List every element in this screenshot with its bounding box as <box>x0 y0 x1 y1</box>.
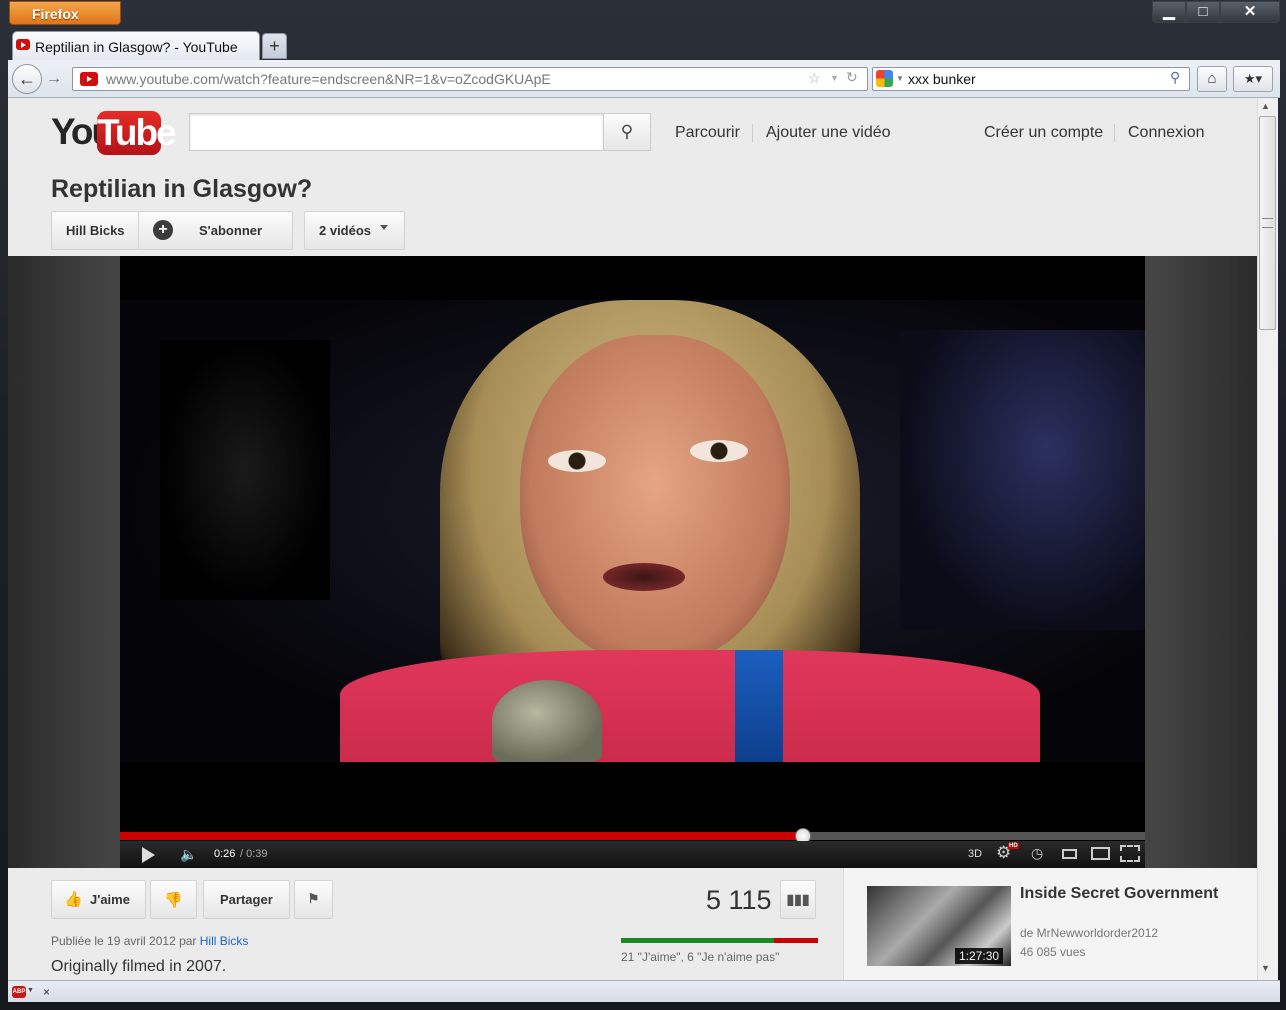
create-account-link[interactable]: Créer un compte <box>984 124 1103 142</box>
volume-icon[interactable]: 🔈 <box>180 846 197 863</box>
published-date: Publiée le 19 avril 2012 par <box>51 934 200 948</box>
youtube-search-input[interactable] <box>189 113 604 151</box>
reload-icon[interactable]: ↻ <box>846 69 858 86</box>
related-video-duration: 1:27:30 <box>955 948 1004 964</box>
video-title: Reptilian in Glasgow? <box>51 175 313 203</box>
site-identity-icon[interactable] <box>80 72 98 86</box>
forward-button[interactable]: → <box>42 69 66 89</box>
share-button[interactable]: Partager <box>203 880 290 919</box>
hd-badge: HD <box>1008 843 1019 849</box>
close-window-button[interactable]: ✕ <box>1220 1 1280 23</box>
upload-link[interactable]: Ajouter une vidéo <box>766 124 891 142</box>
stats-button[interactable]: ▮▮▮ <box>780 880 816 919</box>
video-subject-face <box>520 335 790 665</box>
rating-bar-likes <box>621 938 774 943</box>
video-subject-shirt <box>340 650 1040 762</box>
search-go-icon[interactable]: ⚲ <box>1170 69 1180 86</box>
flag-button[interactable]: ⚑ <box>294 880 333 919</box>
video-scene-background-right <box>900 330 1145 630</box>
separator <box>752 124 753 142</box>
related-video-title[interactable]: Inside Secret Government <box>1020 885 1220 903</box>
video-subject-lanyard <box>735 650 783 762</box>
thumbs-up-icon: 👍 <box>64 891 83 908</box>
separator <box>1114 124 1115 142</box>
flag-icon: ⚑ <box>307 891 320 906</box>
small-player-icon[interactable] <box>1062 849 1077 859</box>
status-bar <box>8 980 1280 1002</box>
tab-youtube[interactable]: Reptilian in Glasgow? - YouTube <box>12 31 260 61</box>
video-scene-background-left <box>160 340 330 600</box>
player-control-bar <box>120 841 1145 868</box>
plus-icon: + <box>153 220 173 240</box>
bookmark-star-icon[interactable]: ☆ <box>808 70 821 87</box>
large-player-icon[interactable] <box>1091 847 1110 860</box>
scrollbar-grip <box>1262 218 1273 228</box>
sign-in-link[interactable]: Connexion <box>1128 124 1205 142</box>
bookmarks-button[interactable]: ★▾ <box>1233 66 1273 92</box>
maximize-button[interactable]: □ <box>1186 1 1220 23</box>
scroll-down-icon[interactable]: ▼ <box>1261 963 1270 973</box>
rating-text: 21 "J'aime", 6 "Je n'aime pas" <box>621 950 780 964</box>
url-history-dropdown-icon[interactable]: ▼ <box>830 73 839 83</box>
total-time: / 0:39 <box>240 848 268 860</box>
play-icon[interactable] <box>142 847 155 863</box>
home-button[interactable]: ⌂ <box>1197 66 1227 92</box>
dislike-button[interactable]: 👎 <box>150 880 197 919</box>
youtube-logo-tube[interactable]: Tube <box>97 111 177 155</box>
progress-played[interactable] <box>120 832 803 840</box>
view-count: 5 115 <box>706 885 772 915</box>
caret-down-icon <box>380 225 388 230</box>
watch-later-clock-icon[interactable]: ◷ <box>1031 845 1043 862</box>
back-button[interactable]: ← <box>12 64 42 94</box>
videos-dropdown-button[interactable]: 2 vidéos <box>304 211 405 250</box>
close-addon-bar-icon[interactable]: × <box>43 985 50 999</box>
video-subject-mouth <box>603 563 685 591</box>
current-time: 0:26 <box>214 848 236 860</box>
engine-dropdown-icon[interactable]: ▼ <box>896 74 904 83</box>
minimize-button[interactable]: ▁ <box>1152 1 1186 23</box>
firefox-menu-button[interactable]: Firefox <box>9 1 121 25</box>
new-tab-button[interactable]: + <box>262 33 287 59</box>
adblock-icon[interactable]: ABP <box>12 986 26 998</box>
browse-link[interactable]: Parcourir <box>675 124 740 142</box>
published-author-link[interactable]: Hill Bicks <box>200 934 249 948</box>
3d-button[interactable]: 3D <box>968 848 982 860</box>
video-description: Originally filmed in 2007. <box>51 958 227 975</box>
published-line: Publiée le 19 avril 2012 par Hill Bicks <box>51 934 248 948</box>
video-subject-eye-right <box>690 440 748 462</box>
fullscreen-icon[interactable] <box>1120 845 1140 862</box>
search-bar-input[interactable]: xxx bunker <box>908 71 976 87</box>
channel-button[interactable]: Hill Bicks <box>51 211 139 250</box>
url-text[interactable]: www.youtube.com/watch?feature=endscreen&… <box>106 71 551 87</box>
bar-chart-icon: ▮▮▮ <box>786 891 810 907</box>
search-icon[interactable]: ⚲ <box>603 113 651 151</box>
video-subject-eye-left <box>548 450 606 472</box>
youtube-favicon-icon <box>16 39 30 50</box>
thumbs-down-icon: 👎 <box>164 892 183 909</box>
scroll-up-icon[interactable]: ▲ <box>1261 101 1270 111</box>
google-engine-icon[interactable] <box>876 70 893 87</box>
video-microphone <box>492 680 602 762</box>
related-video-views: 46 085 vues <box>1020 945 1086 959</box>
related-video-channel: de MrNewworldorder2012 <box>1020 926 1159 940</box>
adblock-dropdown-icon[interactable]: ▼ <box>27 987 34 994</box>
